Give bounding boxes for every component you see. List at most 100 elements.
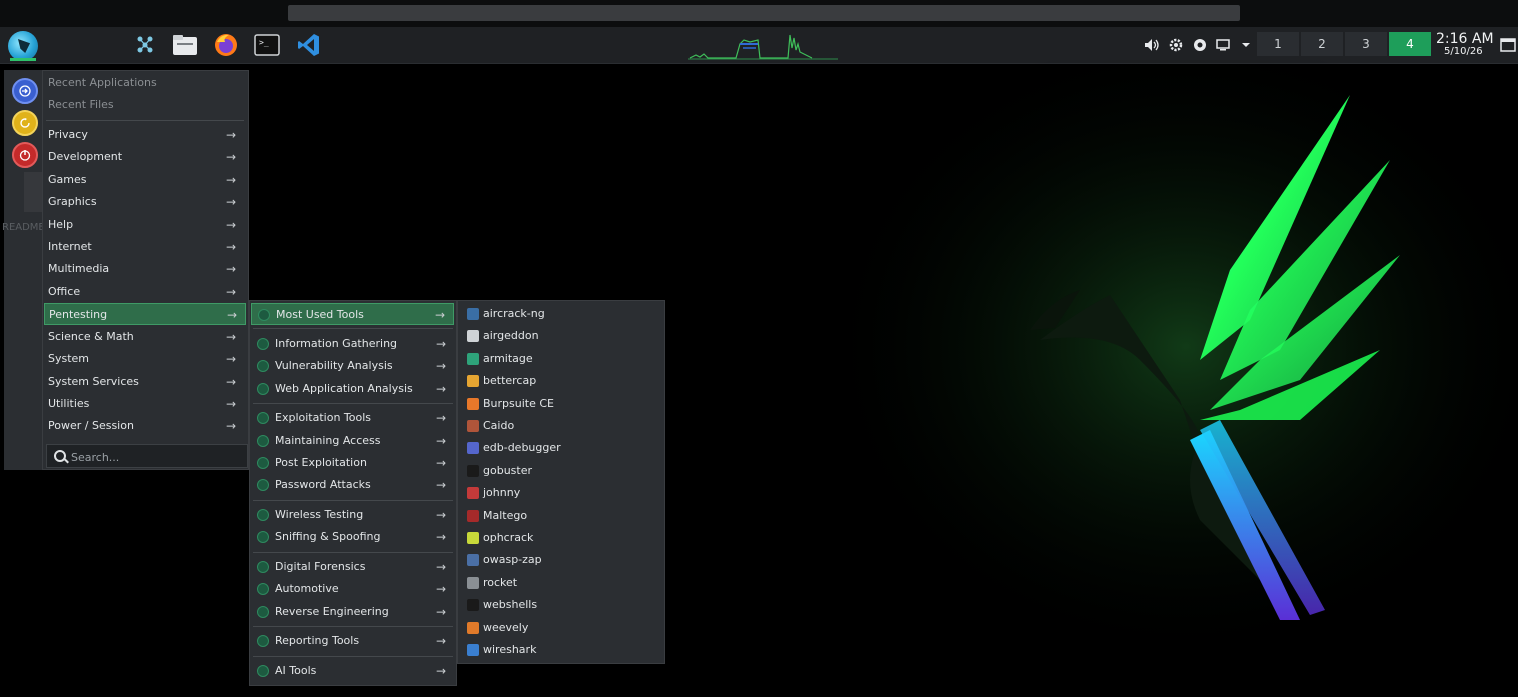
tool-item-owasp-zap[interactable]: owasp-zap [459,549,662,571]
tool-item-armitage[interactable]: armitage [459,348,662,370]
tool-item-gobuster[interactable]: gobuster [459,460,662,482]
menu-separator [253,328,453,329]
category-icon [257,606,269,618]
arrow-right-icon: → [225,240,236,254]
tool-item-caido[interactable]: Caido [459,415,662,437]
menu-recent-applications[interactable]: Recent Applications [48,72,244,94]
menu-search-box [46,444,248,468]
menu-separator [46,120,244,121]
tool-item-wireshark[interactable]: wireshark [459,639,662,661]
workspace-2[interactable]: 2 [1301,32,1343,56]
submenu-most-used-tools[interactable]: Most Used Tools → [251,303,454,325]
svg-text:>_: >_ [259,38,269,47]
submenu-reverse-engineering[interactable]: Reverse Engineering → [251,601,454,623]
switch-user-icon[interactable] [12,78,38,104]
menu-item-label: Internet [48,240,92,253]
app-icon [467,308,479,320]
menu-separator [253,403,453,404]
submenu-wireless-testing[interactable]: Wireless Testing → [251,504,454,526]
parrot-menu-icon[interactable] [8,31,38,61]
category-icon [257,457,269,469]
menu-item-development[interactable]: Development → [48,146,244,168]
menu-recent-files[interactable]: Recent Files [48,94,244,116]
tool-item-maltego[interactable]: Maltego [459,505,662,527]
menu-item-power-session[interactable]: Power / Session → [48,415,244,437]
arrow-right-icon: → [435,508,446,522]
menu-item-privacy[interactable]: Privacy → [48,124,244,146]
menu-item-label: Most Used Tools [276,308,364,321]
tool-label: ophcrack [483,531,534,544]
menu-item-system-services[interactable]: System Services → [48,371,244,393]
arrow-right-icon: → [435,560,446,574]
tool-item-airgeddon[interactable]: airgeddon [459,325,662,347]
menu-item-label: Wireless Testing [275,508,364,521]
arrow-right-icon: → [435,382,446,396]
submenu-post-exploitation[interactable]: Post Exploitation → [251,452,454,474]
submenu-exploitation-tools[interactable]: Exploitation Tools → [251,407,454,429]
menu-item-office[interactable]: Office → [48,281,244,303]
menu-item-label: Science & Math [48,330,134,343]
category-icon [257,435,269,447]
app-icon [467,621,479,634]
tool-item-bettercap[interactable]: bettercap [459,370,662,392]
submenu-vulnerability-analysis[interactable]: Vulnerability Analysis → [251,355,454,377]
file-manager-icon[interactable] [171,31,199,59]
submenu-ai-tools[interactable]: AI Tools → [251,660,454,682]
category-icon [257,383,269,395]
arrow-right-icon: → [435,582,446,596]
tool-item-johnny[interactable]: johnny [459,482,662,504]
submenu-maintaining-access[interactable]: Maintaining Access → [251,430,454,452]
tool-item-ophcrack[interactable]: ophcrack [459,527,662,549]
menu-item-help[interactable]: Help → [48,214,244,236]
arrow-right-icon: → [225,419,236,433]
arrow-right-icon: → [225,352,236,366]
parrot-wallpaper [780,60,1518,697]
menu-item-utilities[interactable]: Utilities → [48,393,244,415]
menu-item-pentesting[interactable]: Pentesting → [44,303,246,325]
submenu-web-application-analysis[interactable]: Web Application Analysis → [251,378,454,400]
submenu-reporting-tools[interactable]: Reporting Tools → [251,630,454,652]
app-icon [467,532,479,544]
window-titlebar-strip [0,0,1518,27]
tool-item-burpsuite-ce[interactable]: Burpsuite CE [459,393,662,415]
category-icon [257,531,269,543]
tool-item-rocket[interactable]: rocket [459,572,662,594]
menu-item-system[interactable]: System → [48,348,244,370]
lock-screen-icon[interactable] [12,110,38,136]
power-icon[interactable] [12,142,38,168]
menu-item-label: Recent Applications [48,76,157,89]
submenu-information-gathering[interactable]: Information Gathering → [251,333,454,355]
tool-label: weevely [483,620,529,634]
search-input[interactable] [69,447,243,467]
tool-item-edb-debugger[interactable]: edb-debugger [459,437,662,459]
dropdown-icon[interactable] [1232,31,1260,59]
menu-item-games[interactable]: Games → [48,169,244,191]
show-desktop-icon[interactable] [1494,31,1518,59]
menu-item-graphics[interactable]: Graphics → [48,191,244,213]
tool-item-webshells[interactable]: webshells [459,594,662,616]
submenu-sniffing-spoofing[interactable]: Sniffing & Spoofing → [251,526,454,548]
firefox-icon[interactable] [212,31,240,59]
tool-item-weevely[interactable]: weevely [459,617,662,639]
workspace-4[interactable]: 4 [1389,32,1431,56]
terminal-icon[interactable]: >_ [253,31,281,59]
tool-label: armitage [483,351,533,365]
category-icon [257,360,269,372]
workspace-3[interactable]: 3 [1345,32,1387,56]
clock-time[interactable]: 2:16 AM [1436,31,1494,47]
workspace-1[interactable]: 1 [1257,32,1299,56]
vscode-icon[interactable] [295,31,323,59]
category-icon [257,583,269,595]
menu-item-science-math[interactable]: Science & Math → [48,326,244,348]
app-icon [467,599,479,612]
tool-label: airgeddon [483,329,539,343]
menu-item-internet[interactable]: Internet → [48,236,244,258]
menu-item-multimedia[interactable]: Multimedia → [48,258,244,280]
submenu-digital-forensics[interactable]: Digital Forensics → [251,556,454,578]
submenu-password-attacks[interactable]: Password Attacks → [251,474,454,496]
submenu-automotive[interactable]: Automotive → [251,578,454,600]
menu-item-label: Exploitation Tools [275,411,372,424]
network-manager-icon[interactable] [131,31,159,59]
tool-item-aircrack-ng[interactable]: aircrack-ng [459,303,662,325]
menu-item-label: Multimedia [48,262,110,275]
